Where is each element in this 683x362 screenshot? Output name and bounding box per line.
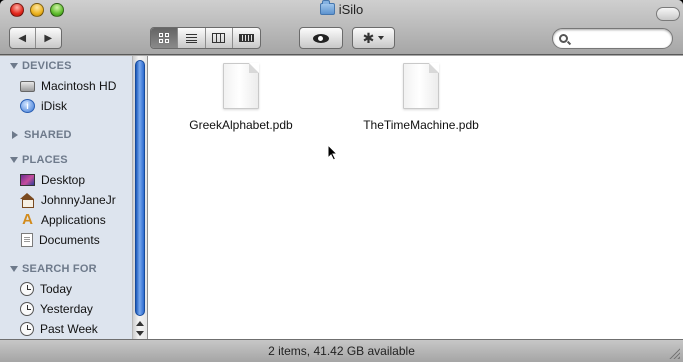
document-icon[interactable] [403, 63, 439, 109]
icon-view-button[interactable] [151, 28, 179, 48]
back-forward-control: ◀ ▶ [9, 27, 62, 49]
quick-look-control [299, 27, 343, 49]
toolbar-toggle-button[interactable] [656, 7, 680, 21]
clock-icon [20, 322, 34, 336]
sidebar-item-label: iDisk [41, 99, 67, 113]
sidebar-item-documents[interactable]: Documents [20, 231, 100, 249]
search-field[interactable] [552, 28, 673, 49]
title-bar: iSilo ◀ ▶ ✱ [0, 0, 683, 55]
sidebar-section-label: PLACES [22, 154, 68, 166]
applications-icon: A [22, 211, 33, 228]
sidebar-item-idisk[interactable]: i iDisk [20, 97, 67, 115]
sidebar-section-label: SHARED [24, 129, 72, 141]
scroll-up-arrow-icon[interactable] [136, 321, 144, 326]
home-icon [20, 193, 35, 208]
sidebar-item-home[interactable]: JohnnyJaneJr [20, 191, 116, 209]
sidebar-section-shared[interactable]: SHARED [10, 129, 72, 141]
hard-drive-icon [20, 80, 35, 92]
sidebar-item-label: Applications [41, 213, 106, 227]
sidebar-section-label: SEARCH FOR [22, 263, 97, 275]
forward-arrow-icon: ▶ [44, 32, 53, 44]
action-menu-button[interactable]: ✱ [353, 28, 394, 48]
sidebar-item-past-week[interactable]: Past Week [20, 320, 98, 338]
disclosure-open-icon[interactable] [10, 63, 18, 69]
icon-view-icon [159, 33, 170, 43]
window-title: iSilo [0, 0, 683, 17]
sidebar-item-applications[interactable]: A Applications [20, 211, 106, 229]
folder-icon [319, 0, 335, 15]
sidebar-item-desktop[interactable]: Desktop [20, 171, 85, 189]
clock-icon [20, 282, 34, 296]
eye-icon [313, 33, 329, 43]
document-icon[interactable] [223, 63, 259, 109]
sidebar-section-devices[interactable]: DEVICES [10, 60, 72, 72]
file-item[interactable]: TheTimeMachine.pdb [341, 63, 501, 132]
view-mode-control [150, 27, 261, 49]
clock-icon [20, 302, 34, 316]
chevron-down-icon [378, 36, 385, 40]
resize-grip-icon[interactable] [668, 347, 680, 359]
window-title-text: iSilo [338, 2, 364, 17]
sidebar-item-label: Today [40, 282, 73, 296]
disclosure-open-icon[interactable] [10, 157, 18, 163]
sidebar-scrollbar[interactable] [132, 56, 147, 339]
back-button[interactable]: ◀ [10, 28, 36, 48]
disclosure-open-icon[interactable] [10, 266, 18, 272]
search-icon [559, 34, 568, 43]
sidebar-item-today[interactable]: Today [20, 280, 72, 298]
file-item[interactable]: GreekAlphabet.pdb [161, 63, 321, 132]
sidebar-section-places[interactable]: PLACES [10, 154, 68, 166]
sidebar-item-label: Documents [39, 233, 100, 247]
file-name[interactable]: GreekAlphabet.pdb [161, 118, 321, 132]
column-view-icon [212, 33, 226, 43]
back-arrow-icon: ◀ [18, 32, 27, 44]
cover-flow-button[interactable] [233, 28, 260, 48]
scrollbar-thumb[interactable] [135, 60, 145, 316]
sidebar-section-label: DEVICES [22, 60, 72, 72]
sidebar-item-label: Past Week [40, 322, 98, 336]
scroll-down-arrow-icon[interactable] [136, 331, 144, 336]
sidebar: DEVICES Macintosh HD i iDisk SHARED PLAC… [0, 56, 132, 339]
documents-icon [21, 233, 33, 247]
sidebar-item-label: Macintosh HD [41, 79, 117, 93]
quick-look-button[interactable] [300, 28, 342, 48]
list-view-icon [185, 33, 197, 43]
sidebar-item-yesterday[interactable]: Yesterday [20, 300, 93, 318]
gear-icon: ✱ [362, 29, 375, 46]
sidebar-section-search-for[interactable]: SEARCH FOR [10, 263, 97, 275]
column-view-button[interactable] [206, 28, 233, 48]
status-text: 2 items, 41.42 GB available [268, 344, 415, 358]
file-browser-area[interactable]: GreekAlphabet.pdb TheTimeMachine.pdb [148, 56, 683, 339]
forward-button[interactable]: ▶ [36, 28, 61, 48]
status-bar: 2 items, 41.42 GB available [0, 339, 683, 362]
finder-window: iSilo ◀ ▶ ✱ DEVICES Macintosh HD i iDisk… [0, 0, 683, 362]
file-name[interactable]: TheTimeMachine.pdb [341, 118, 501, 132]
action-control: ✱ [352, 27, 395, 49]
disclosure-closed-icon[interactable] [12, 131, 18, 139]
search-input[interactable] [572, 32, 662, 45]
sidebar-item-macintosh-hd[interactable]: Macintosh HD [20, 77, 116, 95]
sidebar-item-label: Yesterday [40, 302, 93, 316]
sidebar-item-label: JohnnyJaneJr [41, 193, 116, 207]
cover-flow-icon [238, 34, 254, 42]
sidebar-item-label: Desktop [41, 173, 86, 187]
list-view-button[interactable] [178, 28, 206, 48]
idisk-icon: i [20, 99, 35, 113]
desktop-icon [20, 174, 35, 186]
